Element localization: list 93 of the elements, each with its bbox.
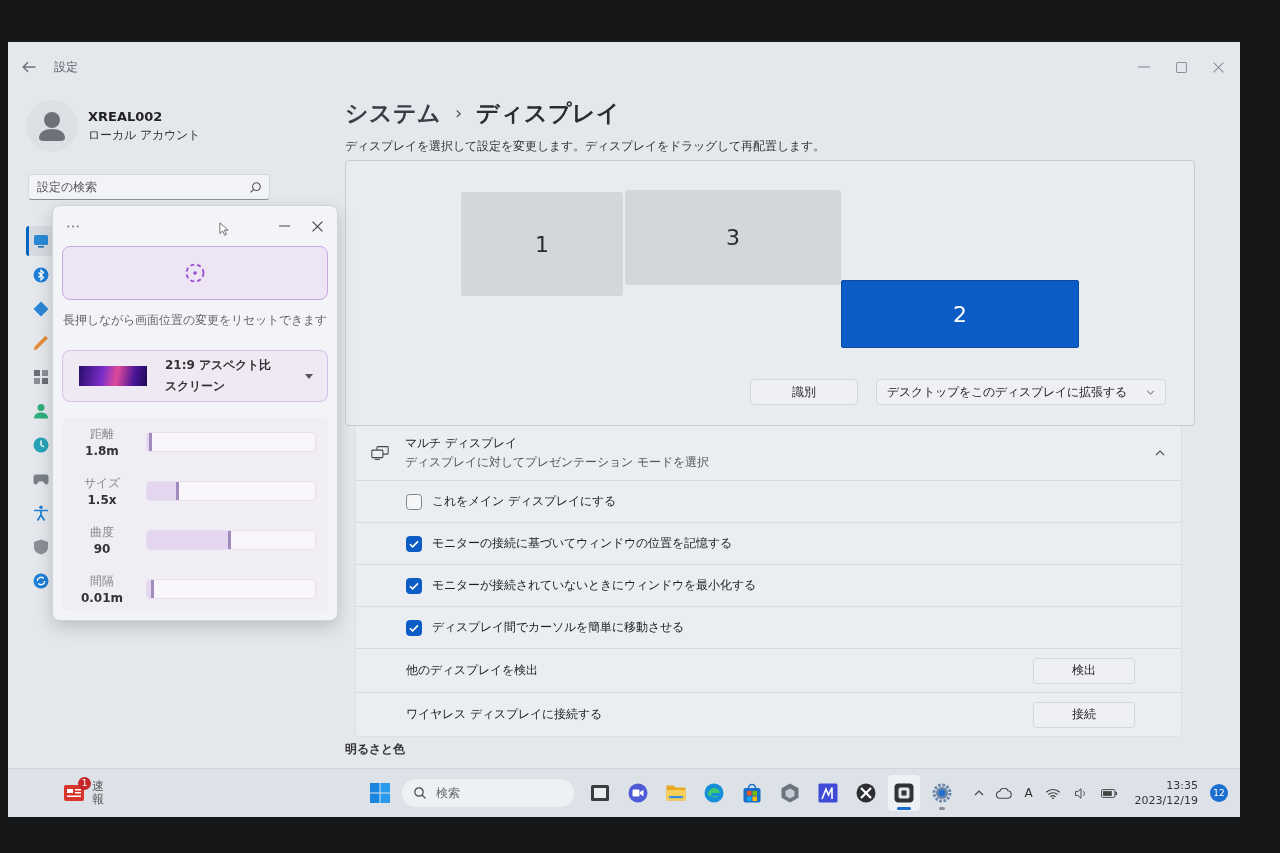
slider-label: 距離: [90, 426, 114, 443]
x-circle-icon: [856, 783, 876, 803]
clock-time[interactable]: 13:35: [1166, 778, 1198, 793]
monitor-icon: [32, 233, 49, 249]
clock-date[interactable]: 2023/12/19: [1134, 793, 1198, 808]
window-title: 設定: [54, 58, 78, 76]
brush-icon: [32, 335, 49, 351]
account-name: XREAL002: [88, 108, 164, 124]
checkbox[interactable]: [406, 493, 422, 510]
person-icon: [32, 403, 49, 419]
page-title: ディスプレイ: [476, 99, 621, 128]
mouse-cursor-icon: [219, 222, 229, 236]
close-icon[interactable]: [312, 220, 323, 232]
clock-icon: [32, 437, 49, 453]
chevron-icon[interactable]: [1155, 450, 1165, 456]
avatar-icon: [26, 100, 78, 152]
accessibility-icon: [32, 505, 49, 521]
two-monitors-icon: [371, 446, 389, 460]
square-app-icon: [894, 783, 914, 803]
cloud-icon[interactable]: [996, 787, 1013, 799]
widget-text[interactable]: 速報: [92, 779, 104, 807]
section-subtitle: ディスプレイに対してプレゼンテーション モードを選択: [405, 454, 710, 471]
diamond-icon: [32, 301, 49, 317]
mode-dropdown[interactable]: デスクトップをこのディスプレイに拡張する: [876, 379, 1166, 405]
display-tile[interactable]: 1: [461, 192, 623, 296]
slider-label: 曲度: [90, 524, 114, 541]
bluetooth-icon: [32, 267, 49, 283]
shopping-bag-icon: [742, 783, 762, 803]
slider-reading: 1.5x: [87, 493, 117, 507]
checkbox-label: これをメイン ディスプレイにする: [432, 493, 616, 510]
checkbox[interactable]: [406, 577, 422, 594]
section-title: マルチ ディスプレイ: [405, 435, 518, 452]
breadcrumb-link[interactable]: システム: [345, 98, 441, 128]
hexagon-icon: [780, 783, 800, 803]
display-tile[interactable]: 2: [841, 280, 1079, 348]
taskbar-search[interactable]: 検索: [402, 779, 574, 807]
checkbox-label: モニターの接続に基づいてウィンドウの位置を記憶する: [432, 535, 732, 552]
slider-track[interactable]: [146, 530, 316, 550]
screen-mode-dropdown[interactable]: 21:9 アスペクト比 スクリーン: [62, 350, 328, 402]
ime-indicator[interactable]: A: [1024, 786, 1033, 800]
grid-icon: [32, 369, 49, 385]
setting-label: 他のディスプレイを検出: [406, 662, 538, 679]
notification-badge: 1: [78, 777, 91, 790]
display-tile[interactable]: 3: [625, 190, 841, 285]
action-button[interactable]: 検出: [1033, 657, 1135, 684]
taskbar-button[interactable]: [888, 775, 920, 811]
slider-label: サイズ: [84, 475, 120, 492]
search-icon: [250, 181, 261, 193]
four-squares-icon[interactable]: [370, 783, 390, 803]
hint-text: 長押しながら画面位置の変更をリセットできます: [62, 312, 328, 328]
slider-track[interactable]: [146, 481, 316, 501]
slider-reading: 1.8m: [85, 444, 119, 458]
caret-icon: [305, 373, 313, 379]
identify-button[interactable]: 識別: [750, 379, 858, 405]
folder-icon: [666, 783, 686, 803]
app-tile-icon: [818, 783, 838, 803]
section-heading: 明るさと色: [345, 741, 406, 757]
battery-icon[interactable]: [1100, 787, 1117, 799]
shield-icon: [32, 539, 49, 555]
search-field[interactable]: 設定の検索: [28, 174, 270, 200]
slider-track[interactable]: [146, 579, 316, 599]
nav-item[interactable]: [26, 226, 52, 256]
gear-icon: [932, 783, 952, 803]
photo-placeholder: [79, 366, 147, 386]
refresh-icon: [32, 573, 49, 589]
running-indicator-icon: [939, 807, 945, 810]
chevron-icon: [1146, 389, 1155, 395]
slider-label: 間隔: [90, 573, 114, 590]
account-type: ローカル アカウント: [88, 126, 200, 144]
search-icon: [414, 787, 426, 799]
wifi-icon[interactable]: [1044, 787, 1061, 799]
checkbox[interactable]: [406, 535, 422, 552]
notification-count[interactable]: 12: [1210, 784, 1228, 802]
action-button[interactable]: 接続: [1033, 701, 1135, 728]
slider-track[interactable]: [146, 432, 316, 452]
window-icon: [590, 783, 610, 803]
checkbox[interactable]: [406, 619, 422, 636]
running-indicator-icon: [897, 807, 911, 810]
slider-reading: 90: [93, 542, 111, 556]
checkbox-label: モニターが接続されていないときにウィンドウを最小化する: [432, 577, 756, 594]
video-chat-icon: [628, 783, 648, 803]
breadcrumb-separator: ›: [455, 101, 463, 125]
chevron-icon[interactable]: [974, 790, 985, 796]
news-tile-icon[interactable]: [64, 785, 84, 801]
page-description: ディスプレイを選択して設定を変更します。ディスプレイをドラッグして再配置します。: [345, 138, 826, 154]
back-icon[interactable]: [22, 61, 36, 73]
target-icon: [185, 263, 205, 283]
more-icon[interactable]: [67, 224, 79, 228]
maximize-icon[interactable]: [1176, 61, 1187, 73]
setting-label: ワイヤレス ディスプレイに接続する: [406, 706, 602, 723]
slider-reading: 0.01m: [80, 591, 124, 605]
checkbox-label: ディスプレイ間でカーソルを簡単に移動させる: [432, 619, 684, 636]
browser-icon: [704, 783, 724, 803]
